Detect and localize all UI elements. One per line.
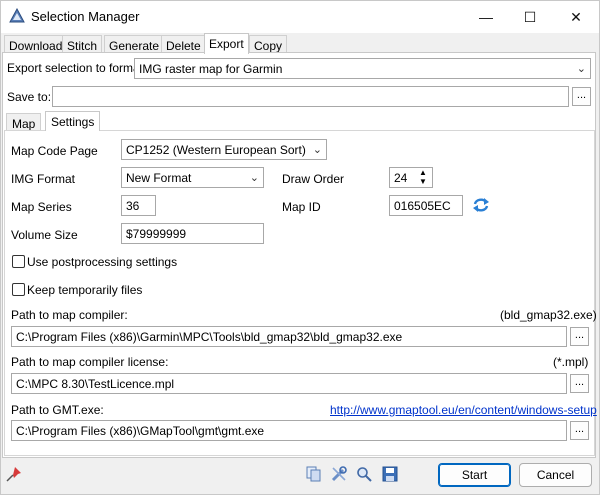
map-series-input[interactable]: 36 bbox=[121, 195, 156, 216]
draw-order-value: 24 bbox=[394, 171, 408, 185]
code-page-select[interactable]: CP1252 (Western European Sort) ⌄ bbox=[121, 139, 327, 160]
volume-size-input[interactable]: $79999999 bbox=[121, 223, 264, 244]
draw-order-spinner[interactable]: ▲ ▼ bbox=[416, 168, 430, 187]
map-series-label: Map Series bbox=[11, 200, 72, 214]
search-icon[interactable] bbox=[356, 466, 372, 482]
cancel-button[interactable]: Cancel bbox=[519, 463, 592, 487]
license-path-hint: (*.mpl) bbox=[553, 355, 589, 369]
code-page-label: Map Code Page bbox=[11, 144, 98, 158]
export-format-label: Export selection to format bbox=[7, 61, 144, 75]
refresh-icon[interactable] bbox=[472, 197, 490, 213]
use-postprocessing-label: Use postprocessing settings bbox=[27, 255, 178, 269]
minimize-button[interactable]: — bbox=[463, 1, 509, 33]
maximize-button[interactable]: ☐ bbox=[507, 1, 553, 33]
img-format-label: IMG Format bbox=[11, 172, 76, 186]
compiler-path-browse-button[interactable]: ... bbox=[570, 327, 589, 346]
license-path-label: Path to map compiler license: bbox=[11, 355, 169, 369]
map-id-label: Map ID bbox=[282, 200, 321, 214]
save-to-label: Save to: bbox=[7, 90, 52, 104]
close-button[interactable]: ✕ bbox=[553, 1, 599, 33]
keep-temp-label: Keep temporarily files bbox=[27, 283, 143, 297]
spin-up-icon[interactable]: ▲ bbox=[416, 168, 430, 177]
keep-temp-checkbox[interactable] bbox=[12, 283, 25, 296]
export-panel: Export selection to format IMG raster ma… bbox=[2, 52, 597, 458]
save-to-browse-button[interactable]: ... bbox=[572, 87, 591, 106]
compiler-path-label: Path to map compiler: bbox=[11, 308, 128, 322]
settings-panel: Map Code Page CP1252 (Western European S… bbox=[4, 130, 597, 456]
chevron-down-icon: ⌄ bbox=[249, 172, 259, 184]
gmt-path-label: Path to GMT.exe: bbox=[11, 403, 104, 417]
volume-size-label: Volume Size bbox=[11, 228, 78, 242]
gmt-path-browse-button[interactable]: ... bbox=[570, 421, 589, 440]
save-icon[interactable] bbox=[382, 466, 398, 482]
img-format-value: New Format bbox=[126, 171, 192, 185]
map-id-input[interactable]: 016505EC bbox=[389, 195, 463, 216]
tab-settings[interactable]: Settings bbox=[45, 111, 101, 131]
app-icon bbox=[9, 8, 25, 23]
window-title: Selection Manager bbox=[31, 9, 140, 24]
license-path-browse-button[interactable]: ... bbox=[570, 374, 589, 393]
compiler-path-input[interactable]: C:\Program Files (x86)\Garmin\MPC\Tools\… bbox=[11, 326, 567, 347]
chevron-down-icon: ⌄ bbox=[576, 63, 586, 75]
chevron-down-icon: ⌄ bbox=[312, 144, 322, 156]
img-format-select[interactable]: New Format ⌄ bbox=[121, 167, 264, 188]
title-bar: Selection Manager — ☐ ✕ bbox=[1, 1, 599, 33]
pin-icon[interactable] bbox=[6, 466, 22, 482]
license-path-input[interactable]: C:\MPC 8.30\TestLicence.mpl bbox=[11, 373, 567, 394]
code-page-value: CP1252 (Western European Sort) bbox=[126, 143, 306, 157]
gmt-path-input[interactable]: C:\Program Files (x86)\GMapTool\gmt\gmt.… bbox=[11, 420, 567, 441]
copy-icon[interactable] bbox=[306, 466, 322, 482]
compiler-path-hint: (bld_gmap32.exe) bbox=[500, 308, 597, 322]
use-postprocessing-checkbox[interactable] bbox=[12, 255, 25, 268]
gmt-setup-link[interactable]: http://www.gmaptool.eu/en/content/window… bbox=[330, 403, 597, 417]
draw-order-label: Draw Order bbox=[282, 172, 345, 186]
tab-export[interactable]: Export bbox=[204, 33, 249, 54]
export-format-select[interactable]: IMG raster map for Garmin ⌄ bbox=[134, 58, 591, 79]
export-format-value: IMG raster map for Garmin bbox=[139, 62, 283, 76]
spin-down-icon[interactable]: ▼ bbox=[416, 177, 430, 186]
save-to-input[interactable] bbox=[52, 86, 569, 107]
start-button[interactable]: Start bbox=[438, 463, 511, 487]
tools-icon[interactable] bbox=[331, 466, 347, 482]
